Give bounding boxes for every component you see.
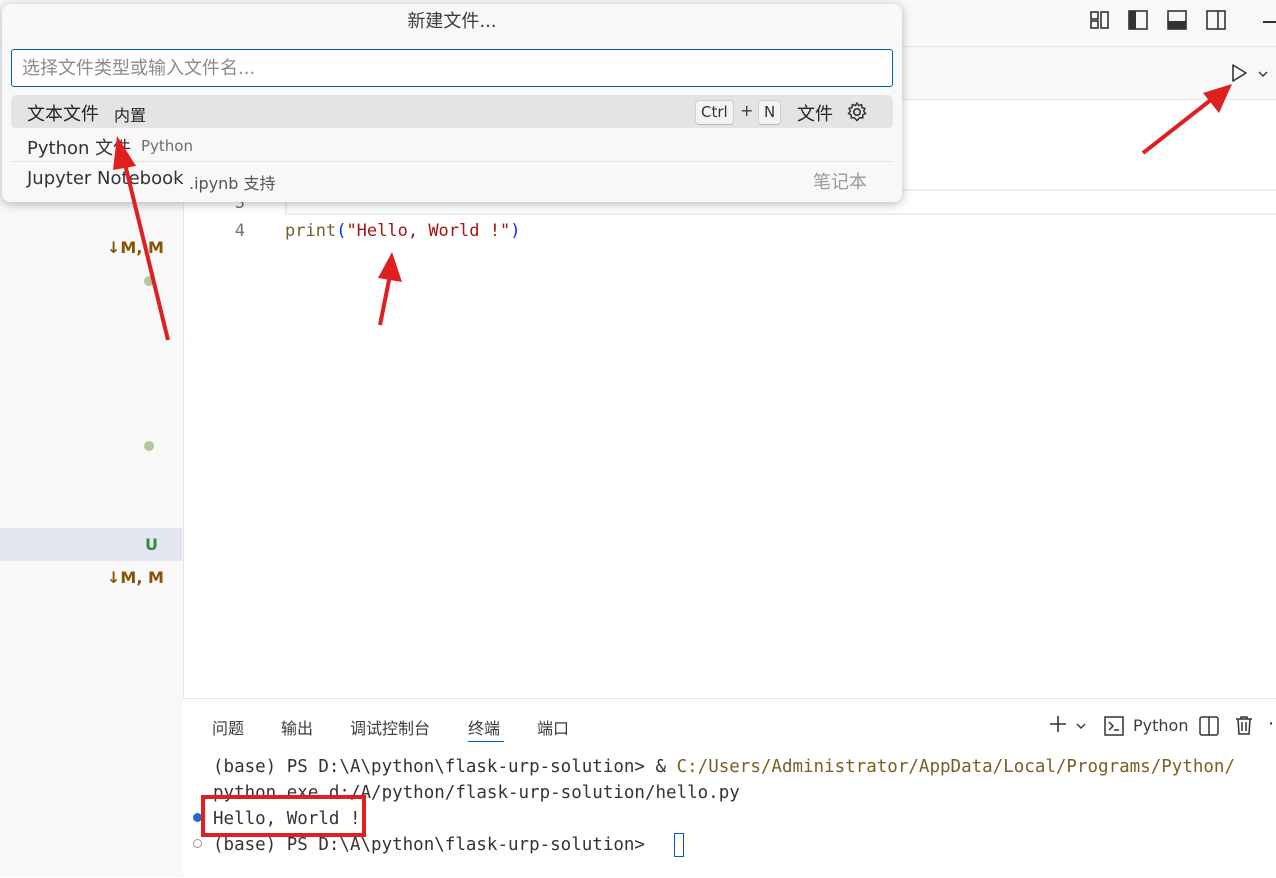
git-change-dot xyxy=(144,276,154,286)
tab-debug-console[interactable]: 调试控制台 xyxy=(350,715,430,739)
quick-pick-item-label: 文本文件 xyxy=(27,104,99,125)
code-line[interactable]: print("Hello, World !") xyxy=(285,221,520,241)
terminal-prompt: (base) PS D:\A\python\flask-urp-solution… xyxy=(213,757,677,777)
git-untracked-badge: U xyxy=(145,535,158,554)
tab-terminal[interactable]: 终端 xyxy=(468,715,500,739)
more-actions-ellipsis-icon[interactable]: ⋯ xyxy=(1268,713,1276,734)
customize-layout-icon[interactable] xyxy=(1089,9,1111,31)
terminal-dropdown-chevron-down-icon[interactable] xyxy=(1074,718,1088,737)
git-status-badge: ↓M, M xyxy=(107,568,164,587)
kill-terminal-trash-icon[interactable] xyxy=(1233,714,1255,740)
terminal-cursor xyxy=(674,833,684,857)
run-options-chevron-down-icon[interactable] xyxy=(1256,66,1270,85)
quick-pick-item-description: Python xyxy=(141,137,193,155)
toggle-panel-icon[interactable] xyxy=(1166,9,1188,31)
git-change-dot xyxy=(144,441,154,451)
quick-pick-item-description: 内置 xyxy=(114,106,147,125)
toggle-secondary-sidebar-icon[interactable] xyxy=(1205,9,1227,31)
active-tab-underline xyxy=(468,741,504,742)
code-token-string: "Hello, World !" xyxy=(346,221,511,241)
quick-pick-item-label: Python 文件 xyxy=(27,138,132,159)
keybinding-separator: + xyxy=(740,101,754,120)
quick-pick-item-jupyter-notebook[interactable]: Jupyter Notebook .ipynb 支持 笔记本 xyxy=(11,163,893,196)
new-file-quick-pick: 新建文件... 文本文件 内置 Ctrl + N 文件 Python 文件 Py… xyxy=(2,4,902,202)
split-terminal-icon[interactable] xyxy=(1198,715,1220,741)
quick-pick-title: 新建文件... xyxy=(407,11,497,32)
output-highlight-box xyxy=(201,795,366,837)
tab-output[interactable]: 输出 xyxy=(281,715,313,739)
keybinding-key: Ctrl xyxy=(695,100,734,125)
code-token-function: print xyxy=(285,221,337,241)
quick-pick-item-text-file[interactable]: 文本文件 内置 Ctrl + N 文件 xyxy=(11,95,893,128)
command-decoration-dot[interactable] xyxy=(193,839,202,848)
quick-pick-item-category: 笔记本 xyxy=(813,172,867,193)
terminal-line: (base) PS D:\A\python\flask-urp-solution… xyxy=(213,757,1235,777)
bottom-panel: 问题 输出 调试控制台 终端 端口 Python ⋯ (base) PS D:\… xyxy=(183,698,1276,878)
quick-pick-item-category: 文件 xyxy=(797,104,833,125)
quick-pick-separator xyxy=(11,161,893,162)
quick-pick-item-label: Jupyter Notebook xyxy=(27,168,184,189)
quick-pick-item-description: .ipynb 支持 xyxy=(189,174,276,193)
terminal-icon xyxy=(1103,715,1125,741)
minimize-icon[interactable] xyxy=(1263,21,1276,23)
terminal-command: C:/Users/Administrator/AppData/Local/Pro… xyxy=(676,757,1235,777)
code-token-paren: ( xyxy=(336,221,347,241)
toggle-primary-sidebar-icon[interactable] xyxy=(1127,9,1149,31)
terminal-line: (base) PS D:\A\python\flask-urp-solution… xyxy=(213,835,656,855)
new-terminal-plus-icon[interactable] xyxy=(1047,713,1069,739)
tab-problems[interactable]: 问题 xyxy=(212,715,244,739)
quick-pick-input[interactable] xyxy=(11,49,893,87)
run-python-file-icon[interactable] xyxy=(1229,63,1249,87)
gear-icon[interactable] xyxy=(846,101,868,127)
terminal-profile-label[interactable]: Python xyxy=(1133,716,1188,735)
code-token-paren: ) xyxy=(510,221,521,241)
keybinding-key: N xyxy=(758,100,782,125)
quick-pick-item-python-file[interactable]: Python 文件 Python xyxy=(11,129,893,162)
line-number: 4 xyxy=(234,221,245,241)
git-status-badge: ↓M, M xyxy=(107,238,164,257)
tab-ports[interactable]: 端口 xyxy=(537,715,569,739)
